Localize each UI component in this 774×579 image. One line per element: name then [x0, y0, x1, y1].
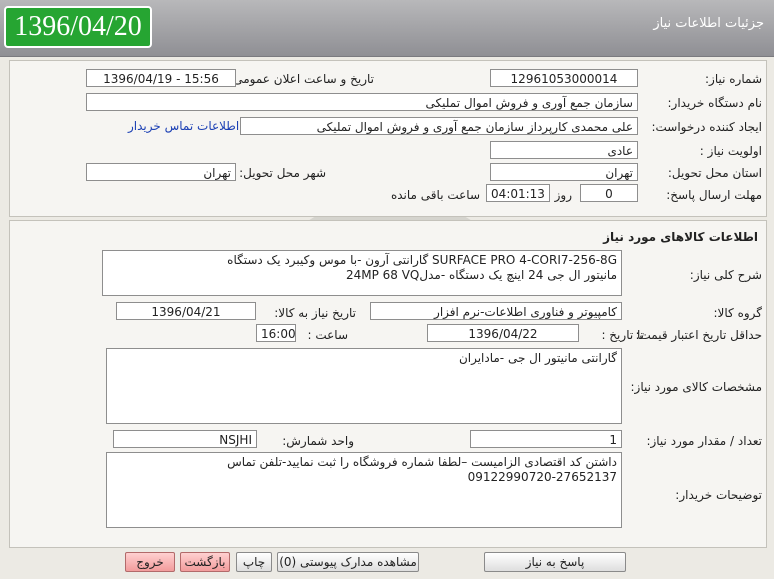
creator-field: علی محمدی کارپرداز سازمان جمع آوری و فرو…: [240, 117, 638, 135]
priority-field: عادی: [490, 141, 638, 159]
general-description-line1: SURFACE PRO 4-CORI7-256-8G گارانتی آرون …: [227, 253, 617, 267]
goods-section-title: اطلاعات کالاهای مورد نیاز: [603, 230, 758, 244]
time-remaining-field: 04:01:13: [486, 184, 550, 202]
deadline-label: مهلت ارسال پاسخ:: [666, 188, 762, 202]
goods-group-label: گروه کالا:: [713, 306, 763, 320]
price-validity-label: حداقل تاریخ اعتبار قیمت:: [635, 328, 762, 342]
goods-group-field: کامپیوتر و فناوری اطلاعات-نرم افزار: [370, 302, 622, 320]
attachments-button[interactable]: مشاهده مدارک پیوستی (0): [277, 552, 419, 572]
general-description-label: شرح کلی نیاز:: [689, 268, 762, 282]
buyer-notes-field: داشتن کد اقتصادی الزامیست –لطفا شماره فر…: [106, 452, 622, 528]
need-date-label: تاریخ نیاز به کالا:: [274, 306, 356, 320]
general-description-field: SURFACE PRO 4-CORI7-256-8G گارانتی آرون …: [102, 250, 622, 296]
need-number-field: 12961053000014: [490, 69, 638, 87]
buyer-notes-line2: 09122990720-27652137: [467, 470, 617, 484]
header-date: 1396/04/20: [4, 6, 152, 48]
back-button[interactable]: بازگشت: [180, 552, 230, 572]
buyer-contact-link[interactable]: اطلاعات تماس خریدار: [128, 119, 239, 133]
reply-button[interactable]: پاسخ به نیاز: [484, 552, 626, 572]
priority-label: اولویت نیاز :: [699, 144, 762, 158]
city-field: تهران: [86, 163, 236, 181]
province-field: تهران: [490, 163, 638, 181]
remaining-hours-label: ساعت باقی مانده: [390, 188, 480, 202]
page-title: جزئیات اطلاعات نیاز: [653, 16, 764, 31]
city-label: شهر محل تحویل:: [239, 166, 326, 180]
province-label: استان محل تحویل:: [667, 166, 762, 180]
need-number-label: شماره نیاز:: [705, 72, 762, 86]
unit-field: NSJHI: [113, 430, 257, 448]
buyer-notes-label: توضیحات خریدار:: [675, 488, 762, 502]
page-header: 1396/04/20 جزئیات اطلاعات نیاز: [0, 0, 774, 57]
quantity-label: تعداد / مقدار مورد نیاز:: [646, 434, 762, 448]
until-date-label: تا تاریخ :: [601, 328, 644, 342]
general-description-line2: مانیتور ال جی 24 اینچ یک دستگاه -مدل24MP…: [345, 268, 617, 282]
announce-datetime-field: 1396/04/19 - 15:56: [86, 69, 236, 87]
announce-datetime-label: تاریخ و ساعت اعلان عمومی:: [229, 72, 374, 86]
days-remaining-field: 0: [580, 184, 638, 202]
hour-field: 16:00: [256, 324, 296, 342]
quantity-field: 1: [470, 430, 622, 448]
buyer-org-field: سازمان جمع آوری و فروش اموال تملیکی: [86, 93, 638, 111]
buyer-notes-line1: داشتن کد اقتصادی الزامیست –لطفا شماره فر…: [227, 455, 617, 469]
specs-field: گارانتی مانیتور ال جی -مادایران: [106, 348, 622, 424]
unit-label: واحد شمارش:: [282, 434, 354, 448]
buyer-org-label: نام دستگاه خریدار:: [667, 96, 763, 110]
until-date-field: 1396/04/22: [427, 324, 579, 342]
print-button[interactable]: چاپ: [236, 552, 272, 572]
need-date-field: 1396/04/21: [116, 302, 256, 320]
exit-button[interactable]: خروج: [125, 552, 175, 572]
specs-label: مشخصات کالای مورد نیاز:: [630, 380, 762, 394]
creator-label: ایجاد کننده درخواست:: [651, 120, 762, 134]
hour-label: ساعت :: [307, 328, 348, 342]
